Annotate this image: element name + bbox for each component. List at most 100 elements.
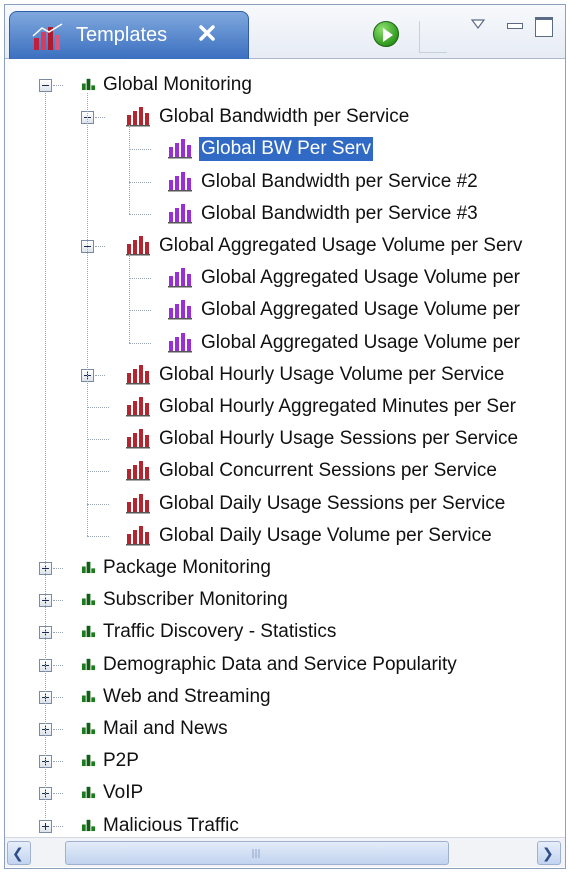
tree-connector — [87, 407, 109, 408]
tree-item-row[interactable]: Global BW Per Serv — [5, 133, 565, 165]
group-chart-icon — [81, 819, 96, 831]
grip-icon — [252, 849, 260, 858]
group-chart-icon — [81, 594, 96, 606]
tree-group-row[interactable]: Global Monitoring — [5, 69, 565, 101]
tree-item-row[interactable]: Global Bandwidth per Service #3 — [5, 198, 565, 230]
tree-group-label: Web and Streaming — [103, 685, 271, 707]
tree-group-row[interactable]: Web and Streaming — [5, 681, 565, 713]
tree-connector — [129, 213, 151, 215]
tree-connector — [53, 568, 63, 569]
close-icon[interactable] — [196, 22, 218, 44]
tree-item-label: Global Aggregated Usage Volume per Serv — [159, 235, 523, 256]
group-chart-icon — [81, 787, 96, 799]
tree-guide-line — [45, 93, 46, 818]
tree-item-row[interactable]: Global Hourly Usage Sessions per Service — [5, 423, 565, 455]
template-chart-icon — [126, 525, 150, 546]
group-chart-icon — [81, 561, 96, 574]
tree-item-row[interactable]: Global Aggregated Usage Volume per Serv — [5, 230, 565, 262]
tree-item-row[interactable]: Global Aggregated Usage Volume per — [5, 262, 565, 294]
tree-connector — [95, 374, 105, 376]
group-chart-icon — [81, 755, 96, 767]
tree-item-row[interactable]: Global Bandwidth per Service — [5, 101, 565, 133]
tree-guide-line — [87, 93, 88, 536]
tree-group-label: Subscriber Monitoring — [103, 589, 288, 611]
tree-connector — [53, 696, 63, 698]
tree-group-row[interactable]: P2P — [5, 745, 565, 777]
report-chart-icon — [168, 203, 192, 224]
tree-group-row[interactable]: Malicious Traffic — [5, 810, 565, 837]
tree-item-label: Global Bandwidth per Service — [159, 106, 410, 128]
tree-guide-line — [129, 125, 130, 214]
tree-connector — [53, 85, 63, 86]
run-play-icon[interactable] — [373, 21, 399, 47]
toolbar-separator-bottom — [419, 52, 447, 53]
template-chart-icon — [126, 429, 150, 449]
scroll-right-icon[interactable]: ❯ — [537, 841, 561, 865]
report-chart-icon — [168, 139, 192, 159]
tree-group-row[interactable]: Subscriber Monitoring — [5, 584, 565, 616]
expand-toggle[interactable] — [39, 819, 52, 833]
tree-group-row[interactable]: Demographic Data and Service Popularity — [5, 649, 565, 681]
tree-item-label: Global Daily Usage Sessions per Service — [159, 492, 506, 514]
tree-item-row[interactable]: Global Hourly Usage Volume per Service — [5, 359, 565, 391]
tree-item-row[interactable]: Global Daily Usage Volume per Service — [5, 520, 565, 552]
template-chart-icon — [126, 107, 150, 127]
tree-group-row[interactable]: Traffic Discovery - Statistics — [5, 616, 565, 648]
tree-group-row[interactable]: VoIP — [5, 777, 565, 809]
tree-item-row[interactable]: Global Daily Usage Sessions per Service — [5, 488, 565, 520]
tree-item-label: Global Hourly Aggregated Minutes per Ser — [159, 396, 516, 417]
tree-group-label: Mail and News — [103, 718, 228, 739]
tree-group-row[interactable]: Mail and News — [5, 713, 565, 745]
tree-connector — [129, 149, 151, 151]
tree-guide-line — [129, 254, 130, 343]
tree-item-label: Global Bandwidth per Service #3 — [201, 202, 478, 224]
scroll-left-glyph: ❮ — [12, 845, 24, 861]
tree-connector — [53, 664, 63, 666]
tree-group-row[interactable]: Package Monitoring — [5, 552, 565, 584]
group-chart-icon — [81, 690, 96, 702]
tree-item-row[interactable]: Global Concurrent Sessions per Service — [5, 455, 565, 487]
template-chart-icon — [126, 364, 150, 385]
collapse-toggle[interactable] — [39, 79, 52, 92]
tree-item-label: Global Hourly Usage Volume per Service — [159, 363, 505, 385]
tree-connector — [87, 503, 109, 505]
tree-connector — [87, 535, 109, 537]
tree-item-label: Global Aggregated Usage Volume per — [201, 299, 520, 321]
tree-connector — [129, 342, 151, 344]
tab-templates[interactable]: Templates — [9, 11, 249, 59]
scrollbar-thumb[interactable] — [65, 841, 449, 865]
tree-item-label: Global Daily Usage Volume per Service — [159, 524, 492, 546]
chevron-down-icon[interactable] — [471, 19, 485, 29]
chart-folder-icon — [32, 23, 63, 50]
tree-group-label: VoIP — [103, 782, 144, 804]
group-chart-icon — [81, 722, 96, 735]
template-chart-icon — [126, 397, 150, 417]
tree-item-label: Global Aggregated Usage Volume per — [201, 331, 520, 353]
maximize-icon[interactable] — [535, 17, 553, 37]
toolbar-separator — [419, 21, 420, 53]
tree-group-label: Global Monitoring — [103, 74, 252, 95]
tree-group-label: Traffic Discovery - Statistics — [103, 621, 337, 643]
template-chart-icon — [126, 493, 150, 514]
tree-group-label: Malicious Traffic — [103, 814, 239, 836]
tree-connector — [95, 117, 105, 119]
group-chart-icon — [81, 658, 96, 670]
tree-connector — [129, 181, 151, 183]
view-header: Templates — [5, 5, 565, 59]
tree-connector — [53, 729, 63, 730]
scroll-left-icon[interactable]: ❮ — [7, 841, 31, 865]
tree-connector — [53, 793, 63, 795]
tree-connector — [129, 278, 151, 280]
template-chart-icon — [126, 236, 150, 256]
tree-item-row[interactable]: Global Bandwidth per Service #2 — [5, 166, 565, 198]
tree-group-label: Package Monitoring — [103, 557, 271, 578]
minimize-icon[interactable] — [507, 23, 523, 29]
tree-item-row[interactable]: Global Aggregated Usage Volume per — [5, 327, 565, 359]
tree-group-label: Demographic Data and Service Popularity — [103, 653, 457, 675]
tree-connector — [53, 600, 63, 602]
tree-item-label: Global Aggregated Usage Volume per — [201, 267, 520, 289]
horizontal-scrollbar[interactable]: ❮ ❯ — [5, 837, 565, 867]
tree-item-row[interactable]: Global Hourly Aggregated Minutes per Ser — [5, 391, 565, 423]
tree-connector — [129, 310, 151, 312]
tree-item-row[interactable]: Global Aggregated Usage Volume per — [5, 294, 565, 326]
